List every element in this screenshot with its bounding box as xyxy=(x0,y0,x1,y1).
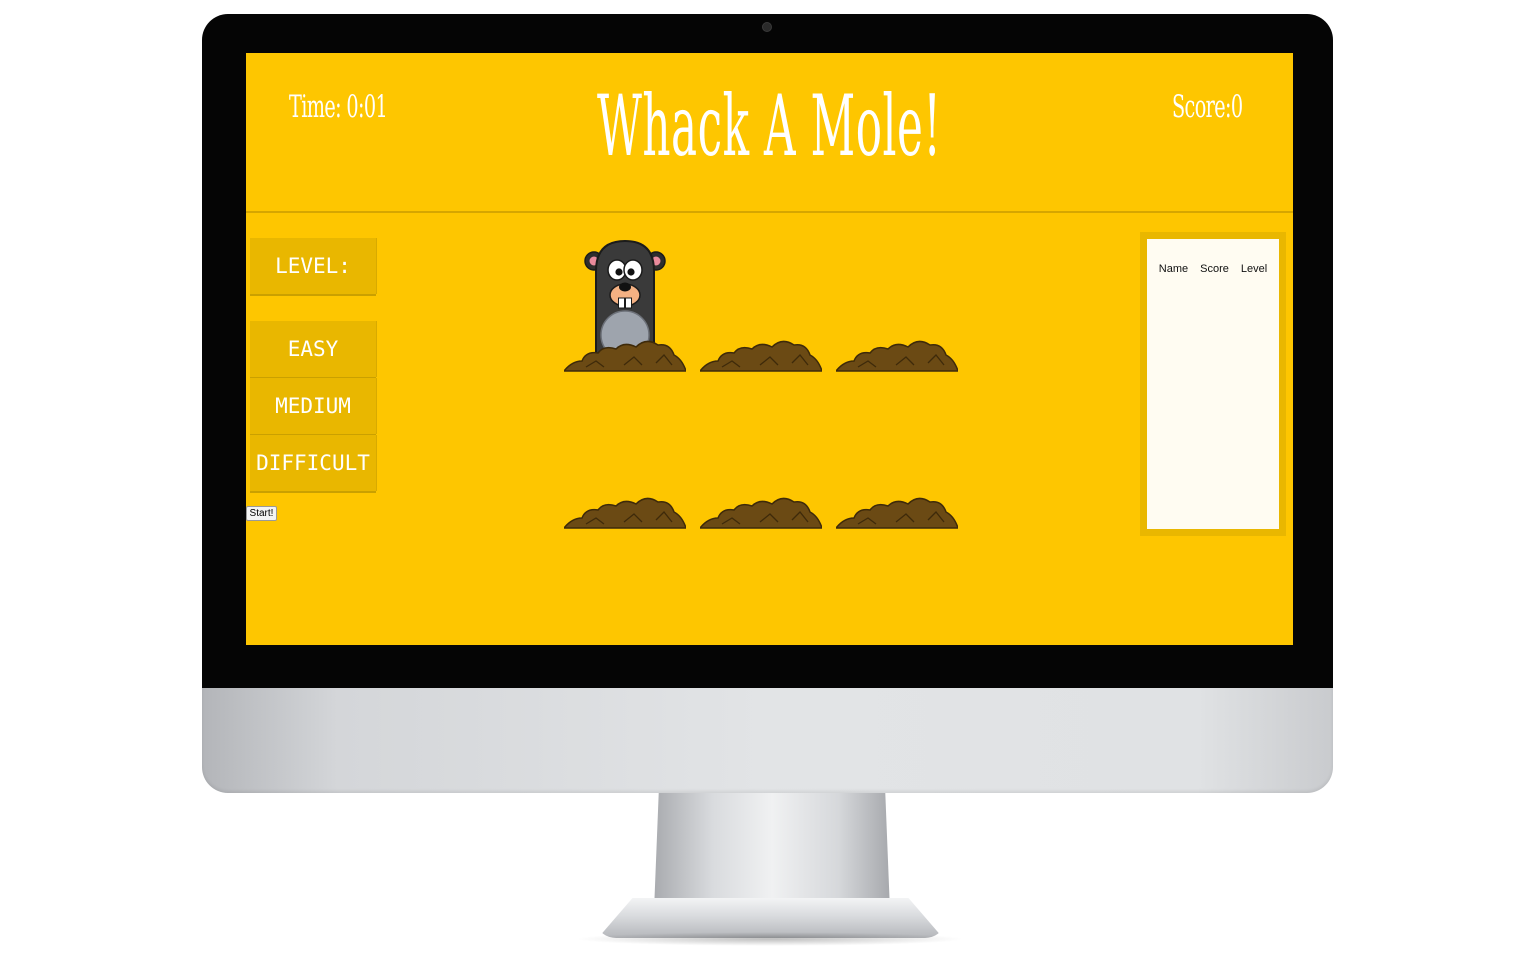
hole-5[interactable] xyxy=(700,494,822,530)
level-medium-button[interactable]: MEDIUM xyxy=(250,378,376,434)
hole-4[interactable] xyxy=(564,494,686,530)
monitor-stand xyxy=(654,793,890,911)
game-title-text: Whack A Mole! xyxy=(597,77,942,175)
level-difficult-button[interactable]: DIFFICULT xyxy=(250,435,376,491)
start-button[interactable]: Start! xyxy=(246,506,277,521)
monitor-chin xyxy=(202,688,1333,793)
level-easy-button[interactable]: EASY xyxy=(250,321,376,377)
game-title: Whack A Mole! xyxy=(246,77,1293,175)
leaderboard-table: Name Score Level xyxy=(1147,239,1279,529)
leaderboard-panel: Name Score Level xyxy=(1140,232,1286,536)
leaderboard-header-score: Score xyxy=(1200,263,1229,275)
hole-2[interactable] xyxy=(700,337,822,373)
hole-3[interactable] xyxy=(836,337,958,373)
hole-6[interactable] xyxy=(836,494,958,530)
leaderboard-header-level: Level xyxy=(1240,263,1268,275)
score-display: Score:0 xyxy=(1172,89,1243,125)
stand-shadow xyxy=(575,932,965,946)
webcam-icon xyxy=(763,23,771,31)
leaderboard-header-name: Name xyxy=(1158,263,1189,275)
game-screen: Time: 0:01 Whack A Mole! Score:0 LEVEL: … xyxy=(246,53,1293,645)
game-header: Time: 0:01 Whack A Mole! Score:0 xyxy=(246,53,1293,213)
level-label: LEVEL: xyxy=(250,238,376,294)
hole-1[interactable] xyxy=(564,337,686,373)
